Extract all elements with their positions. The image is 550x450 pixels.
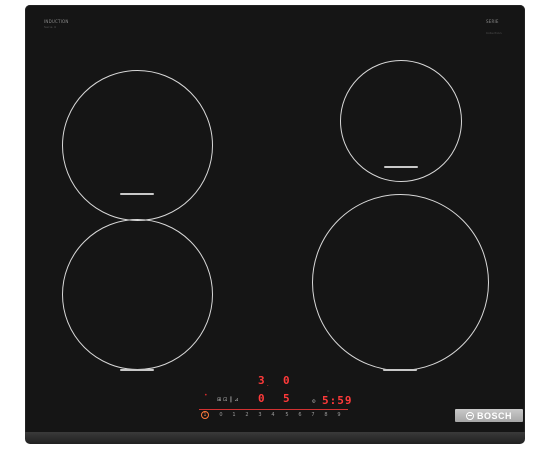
zone-display-4: 5 [283, 392, 290, 405]
slider-level-8[interactable]: 8 [321, 412, 331, 418]
zone-display-3: 0 [258, 392, 265, 405]
series-label: SERIE [486, 19, 499, 24]
zone-display-1-dot: . [266, 381, 270, 388]
zone-display-1: 3 [258, 374, 265, 387]
slider-level-2[interactable]: 2 [242, 412, 252, 418]
brand-plate: BOSCH [455, 409, 523, 422]
brand-name: BOSCH [476, 410, 512, 421]
model-label: INDUCTION [44, 19, 69, 24]
indicator-dot-icon: • [204, 392, 208, 399]
slider-level-4[interactable]: 4 [268, 412, 278, 418]
control-slider-line [199, 409, 348, 410]
slider-level-3[interactable]: 3 [255, 412, 265, 418]
bosch-logo-icon [465, 411, 474, 420]
cooktop-front-edge [25, 432, 525, 444]
timer-display: 5:59 [322, 394, 353, 407]
slider-level-9[interactable]: 9 [334, 412, 344, 418]
cooking-zone-rear-right[interactable] [340, 60, 462, 182]
timer-icon[interactable]: ⊙ [312, 398, 316, 405]
zone-marker-front-left [120, 193, 154, 195]
zone-marker-front-right [383, 369, 417, 371]
power-button[interactable]: 1 [201, 411, 209, 419]
zone-marker-rear-right [384, 166, 418, 168]
model-sublabel: Serie 4 [44, 25, 56, 29]
cooking-zone-front-left[interactable] [62, 70, 213, 221]
function-icons[interactable]: ⊞ ⊡ ┃ ⊿ [217, 398, 239, 403]
slider-level-1[interactable]: 1 [229, 412, 239, 418]
zone-marker-rear-left [120, 369, 154, 371]
slider-level-0[interactable]: 0 [216, 412, 226, 418]
slider-level-5[interactable]: 5 [282, 412, 292, 418]
cooking-zone-front-right[interactable] [312, 194, 489, 371]
timer-small-label: ⏲ [327, 389, 330, 393]
series-sublabel: Induction [486, 31, 502, 35]
slider-level-7[interactable]: 7 [308, 412, 318, 418]
zone-display-2: 0 [283, 374, 290, 387]
slider-level-6[interactable]: 6 [295, 412, 305, 418]
cooking-zone-rear-left[interactable] [62, 219, 213, 370]
